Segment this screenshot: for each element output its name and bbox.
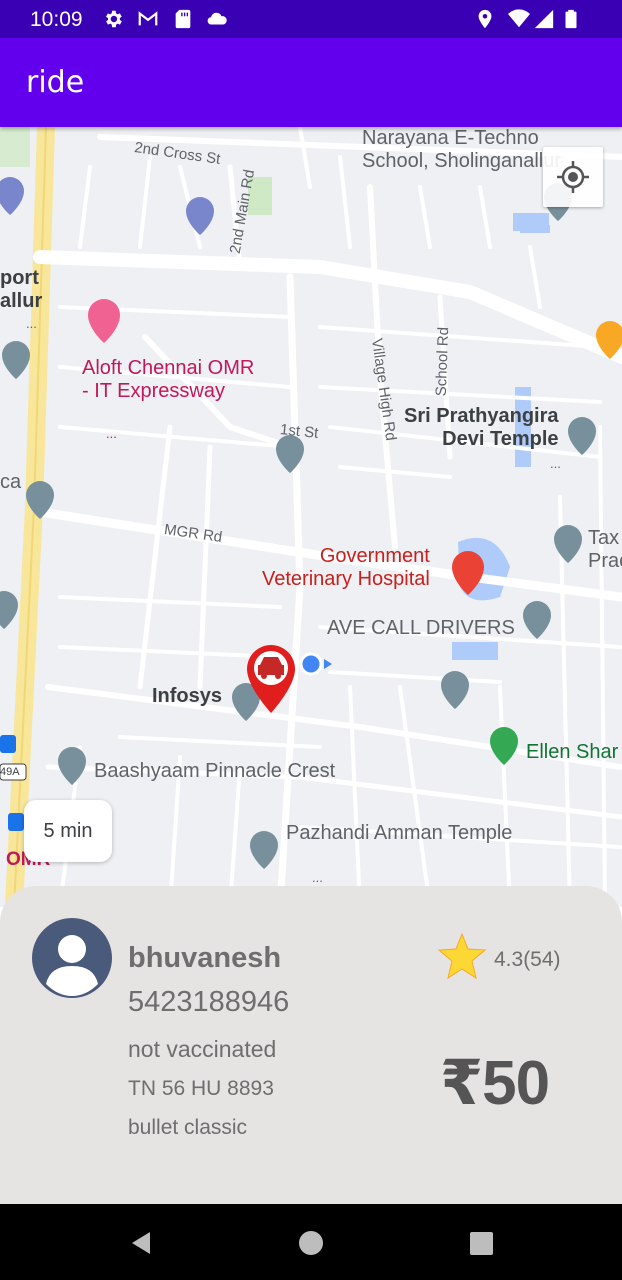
vaccination-status: not vaccinated (128, 1036, 277, 1062)
my-location-icon (557, 161, 589, 193)
fare-amount: ₹50 (440, 1049, 550, 1118)
map-roads (0, 127, 622, 907)
vehicle-model: bullet classic (128, 1116, 248, 1139)
label-school-rd: School Rd (432, 326, 453, 397)
label-dots: ... (550, 456, 561, 471)
settings-icon (106, 10, 122, 28)
label-infosys: Infosys (152, 685, 223, 707)
label-dots: ... (312, 870, 323, 885)
battery-icon (565, 9, 577, 29)
status-bar: 10:09 (0, 0, 622, 38)
label-narayana: Narayana E-Techno School, Sholinganallur (362, 127, 562, 172)
system-nav-bar (0, 1204, 622, 1280)
home-icon[interactable] (296, 1228, 326, 1258)
label-tax: Tax Prac (588, 527, 622, 572)
label-baashyaam: Baashyaam Pinnacle Crest (94, 760, 336, 782)
label-govt-vet-hospital: Government Veterinary Hospital (262, 545, 430, 590)
driver-details-sheet: bhuvanesh 5423188946 not vaccinated TN 5… (0, 886, 622, 1204)
map-view[interactable]: Narayana E-Techno School, Sholinganallur… (0, 127, 622, 907)
driver-rating: 4.3(54) (494, 948, 561, 971)
back-icon[interactable] (126, 1228, 156, 1258)
wifi-icon (508, 9, 530, 28)
eta-chip: 5 min (24, 800, 112, 862)
label-pazhandi: Pazhandi Amman Temple (286, 822, 513, 844)
label-aloft: Aloft Chennai OMR - IT Expressway (82, 357, 255, 402)
my-location-button[interactable] (543, 147, 603, 207)
label-route-49a: 49A (0, 766, 20, 778)
location-icon (478, 9, 492, 29)
label-ca: ca (0, 471, 22, 493)
label-prathyangira: Sri Prathyangira Devi Temple (404, 405, 559, 450)
recents-icon[interactable] (466, 1228, 496, 1258)
person-avatar-icon (32, 918, 112, 998)
label-ave-call-drivers: AVE CALL DRIVERS (327, 617, 515, 639)
driver-phone[interactable]: 5423188946 (128, 986, 289, 1019)
gmail-icon (138, 11, 158, 26)
app-title: ride (26, 65, 85, 100)
sd-card-icon (175, 9, 191, 29)
signal-icon (534, 9, 554, 29)
app-bar: ride (0, 38, 622, 127)
label-ellen: Ellen Shar (526, 741, 619, 763)
cloud-icon (207, 12, 227, 25)
label-dots: ... (106, 426, 117, 441)
status-time: 10:09 (30, 8, 83, 31)
label-port: port allur (0, 267, 43, 312)
vehicle-plate: TN 56 HU 8893 (128, 1077, 274, 1100)
star-icon (437, 932, 487, 980)
label-dots: ... (26, 316, 37, 331)
current-location-dot (299, 652, 323, 676)
driver-name: bhuvanesh (128, 942, 282, 974)
